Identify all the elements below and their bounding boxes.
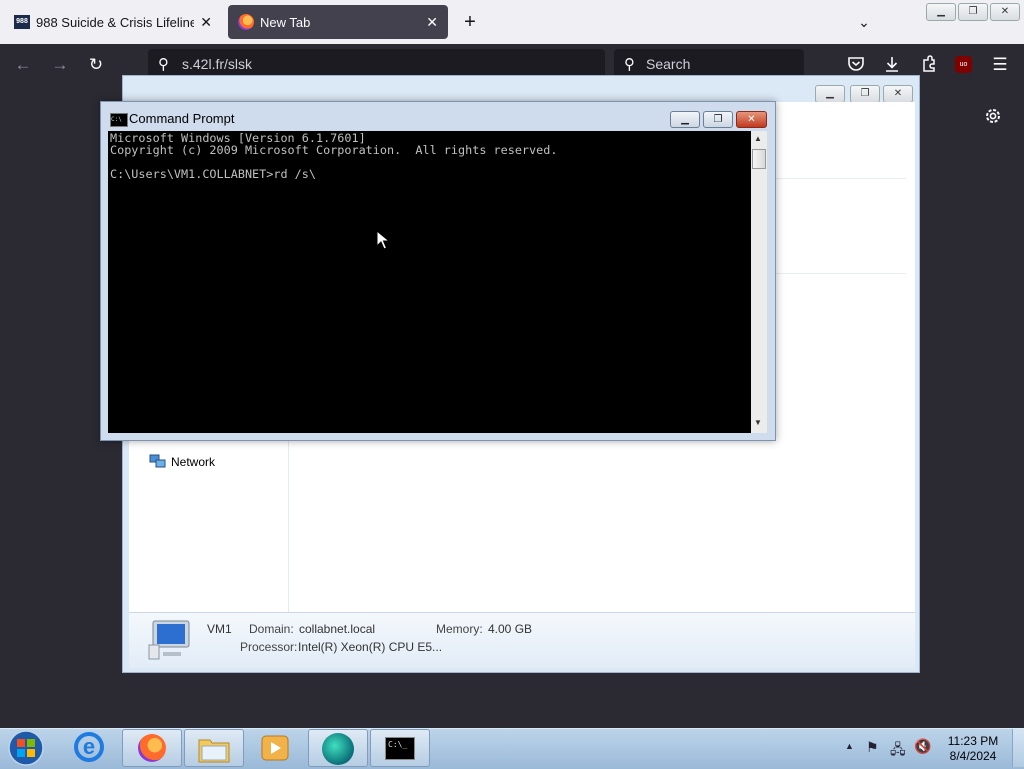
show-desktop-button[interactable] [1012,729,1024,767]
network-icon [149,454,166,468]
window-title: Command Prompt [129,111,235,126]
minimize-button[interactable]: ▁ [926,3,956,21]
details-pane: VM1 Domain: collabnet.local Memory: 4.00… [129,612,915,668]
close-button[interactable]: ✕ [990,3,1020,21]
restore-button[interactable]: ❐ [958,3,988,21]
memory-value: 4.00 GB [488,622,533,636]
taskbar-windows-explorer[interactable] [184,729,244,767]
close-tab-icon[interactable]: ✕ [426,14,438,31]
domain-label: Domain: [249,622,294,636]
reload-icon[interactable]: ↻ [85,54,107,76]
clock-date: 8/4/2024 [949,749,997,763]
menu-hamburger-icon[interactable]: ☰ [989,54,1011,76]
nav-item-network[interactable]: Network [149,454,215,469]
command-prompt-icon: C:\_ [385,737,415,760]
explorer-navigation-pane: Network [129,440,289,612]
app-icon [322,733,354,765]
tab-988-lifeline[interactable]: 988 988 Suicide & Crisis Lifeline - C ✕ [4,5,222,39]
nav-item-label: Network [171,454,216,469]
scroll-down-icon[interactable]: ▼ [754,418,762,427]
tab-new-tab[interactable]: New Tab ✕ [228,5,448,39]
taskbar-media-player[interactable] [246,729,306,767]
back-arrow-icon[interactable]: ← [12,54,34,76]
processor-label: Processor: [240,640,298,654]
start-button[interactable] [6,729,46,767]
gear-icon[interactable] [983,106,1003,126]
taskbar-firefox[interactable] [122,729,182,767]
computer-name: VM1 [207,622,232,636]
mouse-pointer-icon [376,230,390,250]
close-tab-icon[interactable]: ✕ [200,14,212,31]
network-tray-icon[interactable]: 🖧 [890,739,906,763]
show-hidden-icons-icon[interactable]: ▲ [845,741,854,751]
firefox-icon [138,734,166,762]
taskbar-app[interactable] [308,729,368,767]
domain-value: collabnet.local [299,622,376,636]
url-text: s.42l.fr/slsk [182,56,253,72]
firefox-icon [238,14,254,30]
console-output[interactable]: Microsoft Windows [Version 6.1.7601] Cop… [108,131,751,433]
taskbar-command-prompt[interactable]: C:\_ [370,729,430,767]
computer-icon [148,620,190,660]
command-prompt-icon: C:\ [110,113,128,127]
clock-time: 11:23 PM [947,734,999,748]
scrollbar-thumb[interactable] [752,149,766,169]
cmd-maximize-button[interactable]: ❐ [703,111,733,128]
console-scrollbar[interactable]: ▲ ▼ [751,131,767,433]
clock[interactable]: 11:23 PM 8/4/2024 [940,734,1006,764]
memory-label: Memory: [436,622,483,636]
console-prompt-line: C:\Users\VM1.COLLABNET>rd /s\ [110,167,316,181]
tab-title: 988 Suicide & Crisis Lifeline - C [36,14,195,30]
console-line: Copyright (c) 2009 Microsoft Corporation… [110,143,558,157]
processor-value: Intel(R) Xeon(R) CPU E5... [298,640,443,654]
volume-muted-icon[interactable]: 🔇 [914,738,931,755]
ublock-origin-icon[interactable]: uo [955,56,972,73]
folder-icon [198,739,230,763]
list-all-tabs-button[interactable]: ⌄ [852,10,876,34]
cmd-minimize-button[interactable]: ▁ [670,111,700,128]
scroll-up-icon[interactable]: ▲ [754,134,762,143]
explorer-minimize-button[interactable]: ▁ [815,85,845,103]
action-center-flag-icon[interactable]: ⚑ [866,739,879,756]
988-logo-icon: 988 [14,15,30,29]
downloads-icon[interactable] [883,55,901,73]
new-tab-button[interactable]: + [458,10,482,34]
search-placeholder: Search [646,56,691,72]
explorer-close-button[interactable]: ✕ [883,85,913,103]
media-player-icon [261,735,289,761]
tab-title: New Tab [260,14,311,30]
taskbar-internet-explorer[interactable]: e [60,729,120,767]
pocket-icon[interactable] [847,55,865,73]
forward-arrow-icon[interactable]: → [49,54,71,76]
internet-explorer-icon: e [74,732,104,762]
explorer-maximize-button[interactable]: ❐ [850,85,880,103]
extensions-icon[interactable] [920,55,938,73]
cmd-close-button[interactable]: ✕ [736,111,767,128]
